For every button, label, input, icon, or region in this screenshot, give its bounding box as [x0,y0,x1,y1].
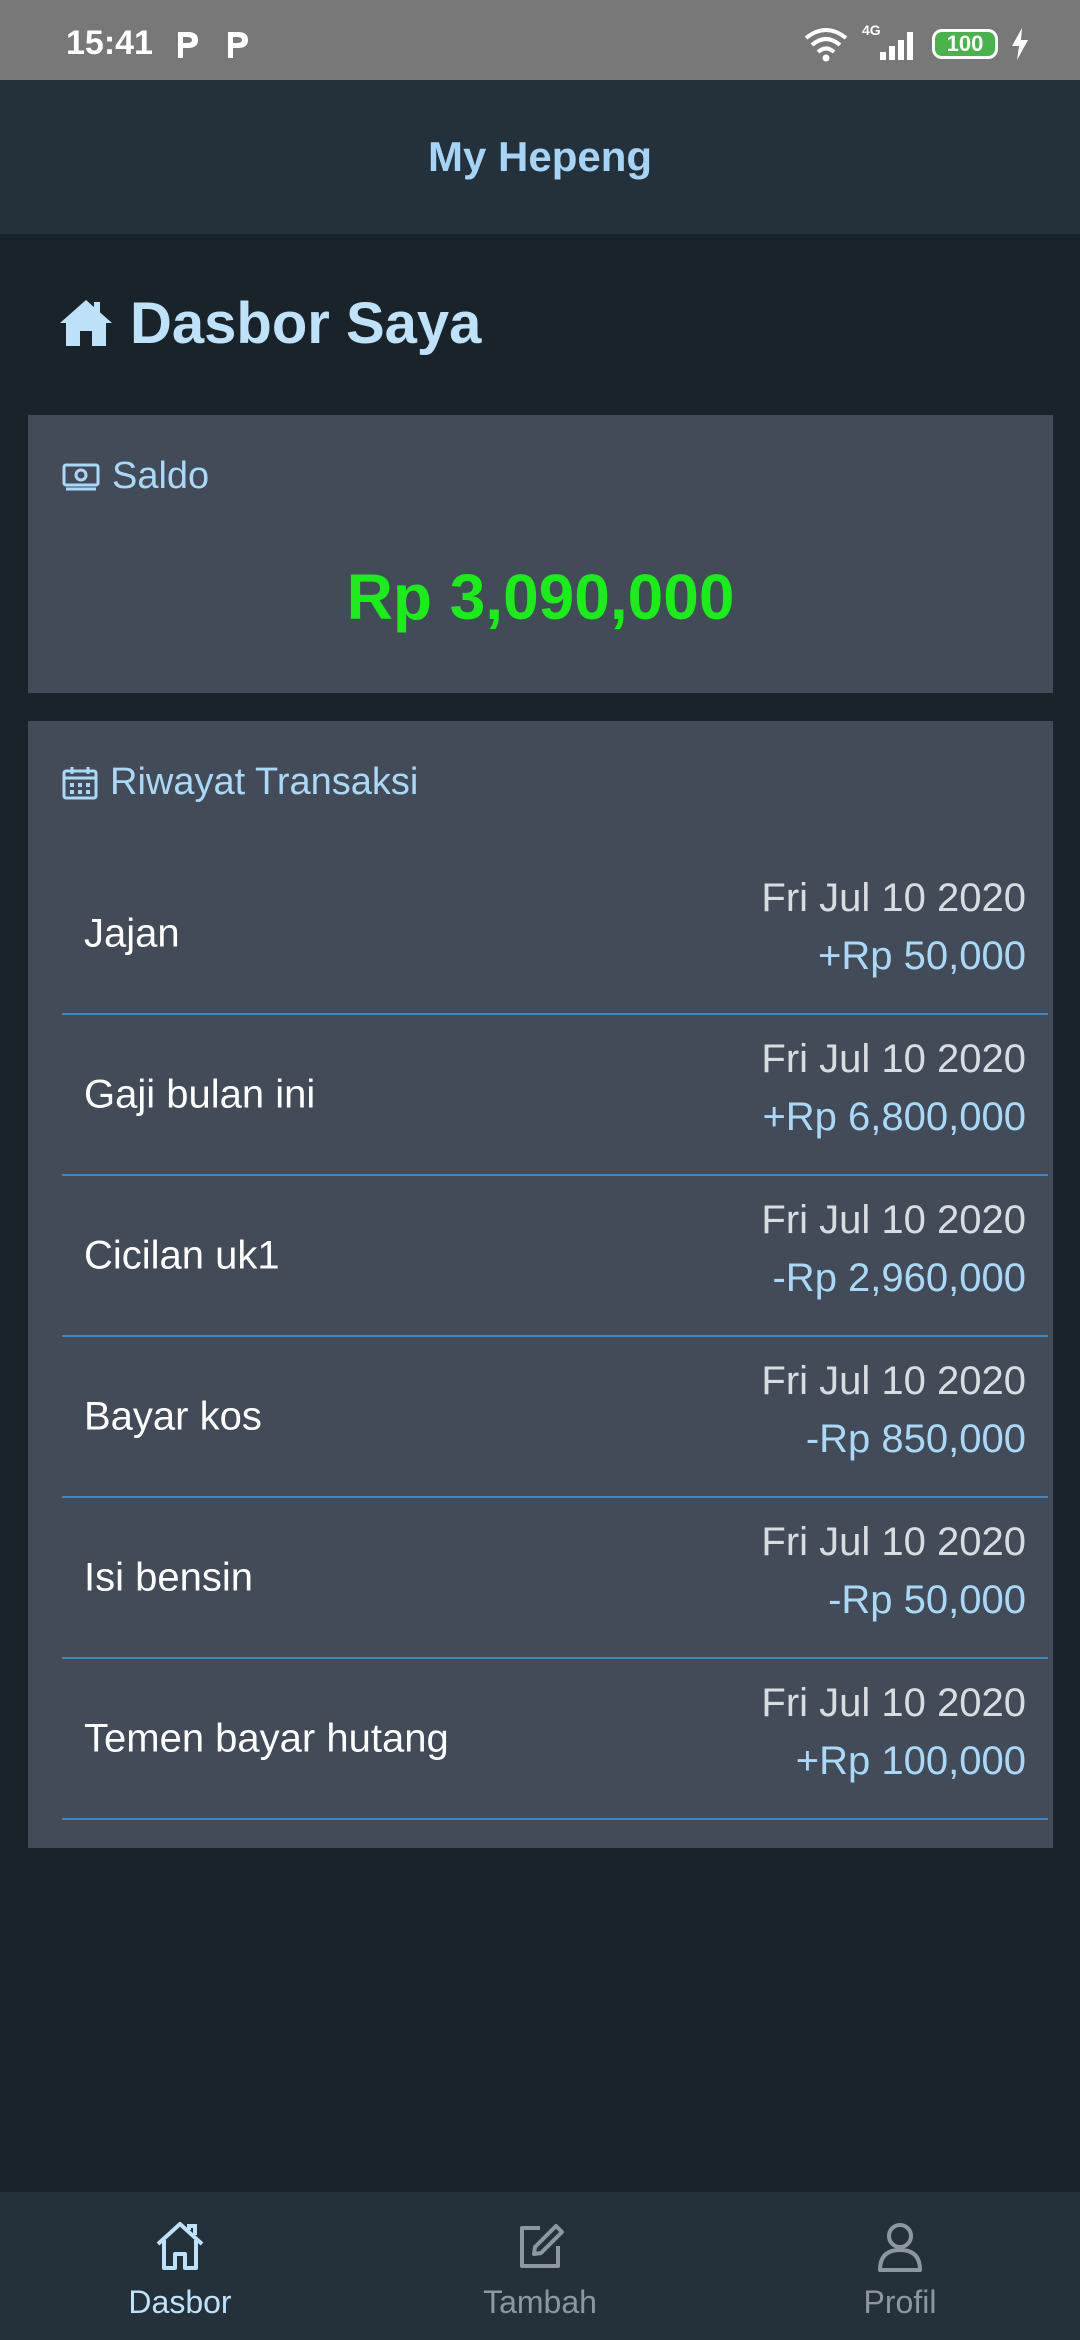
battery-level: 100 [946,31,984,56]
transaction-history-header: Riwayat Transaksi [62,761,418,804]
cellular-signal-icon: 4G [862,22,920,62]
transaction-name: Cicilan uk1 [84,1233,280,1277]
charging-bolt-icon [1012,28,1028,60]
nav-label-tambah: Tambah [483,2284,597,2320]
transaction-name: Isi bensin [84,1555,253,1599]
nav-item-dasbor[interactable]: Dasbor [0,2192,360,2340]
calendar-icon [62,766,98,799]
wifi-icon [804,28,848,62]
balance-amount: Rp 3,090,000 [346,561,735,633]
status-bar: 15:41 4G 100 [0,0,1080,80]
transaction-history-card: Riwayat Transaksi Jajan Fri Jul 10 2020 … [28,721,1053,1848]
transaction-list: Jajan Fri Jul 10 2020 +Rp 50,000 Gaji bu… [62,854,1048,1820]
transaction-row[interactable]: Jajan Fri Jul 10 2020 +Rp 50,000 [62,854,1048,1015]
balance-header: Saldo [62,455,209,498]
page-title: Dasbor Saya [58,288,481,358]
transaction-name: Jajan [84,911,180,955]
nav-item-tambah[interactable]: Tambah [360,2192,720,2340]
transaction-date: Fri Jul 10 2020 [761,1520,1026,1564]
transaction-row[interactable]: Isi bensin Fri Jul 10 2020 -Rp 50,000 [62,1498,1048,1659]
transaction-amount: +Rp 50,000 [818,934,1026,978]
balance-label: Saldo [112,455,210,497]
transaction-date: Fri Jul 10 2020 [761,1359,1026,1403]
app-title: My Hepeng [427,133,653,180]
transaction-row[interactable]: Gaji bulan ini Fri Jul 10 2020 +Rp 6,800… [62,1015,1048,1176]
nav-label-profil: Profil [863,2284,937,2320]
nav-item-profil[interactable]: Profil [720,2192,1080,2340]
transaction-name: Bayar kos [84,1394,262,1438]
home-icon [60,300,112,346]
transaction-row[interactable]: Temen bayar hutang Fri Jul 10 2020 +Rp 1… [62,1659,1048,1820]
bottom-navigation: Dasbor Tambah Profil [0,2192,1080,2340]
transaction-amount: -Rp 50,000 [828,1578,1026,1622]
transaction-amount: -Rp 2,960,000 [772,1256,1026,1300]
transaction-name: Temen bayar hutang [84,1716,449,1760]
page-title-text: Dasbor Saya [130,290,482,356]
app-bar: My Hepeng [0,80,1080,234]
transaction-amount: -Rp 850,000 [805,1417,1026,1461]
user-icon [878,2223,922,2272]
home-icon [156,2222,204,2270]
transaction-name: Gaji bulan ini [84,1072,316,1116]
transaction-date: Fri Jul 10 2020 [761,1198,1026,1242]
status-indicators: 4G 100 [802,22,1030,64]
transaction-amount: +Rp 100,000 [795,1739,1026,1783]
parking-notification-icon [178,32,198,58]
edit-icon [520,2224,564,2268]
money-icon [62,463,100,490]
status-time: 15:41 [66,24,153,62]
transaction-row[interactable]: Bayar kos Fri Jul 10 2020 -Rp 850,000 [62,1337,1048,1498]
battery-indicator: 100 [932,29,998,59]
transaction-history-label: Riwayat Transaksi [110,761,419,803]
transaction-date: Fri Jul 10 2020 [761,1037,1026,1081]
transaction-date: Fri Jul 10 2020 [761,1681,1026,1725]
parking-notification-icon-2 [228,32,248,58]
transaction-amount: +Rp 6,800,000 [762,1095,1026,1139]
nav-label-dasbor: Dasbor [128,2284,232,2320]
transaction-date: Fri Jul 10 2020 [761,876,1026,920]
balance-card: Saldo Rp 3,090,000 [28,415,1053,693]
transaction-row[interactable]: Cicilan uk1 Fri Jul 10 2020 -Rp 2,960,00… [62,1176,1048,1337]
